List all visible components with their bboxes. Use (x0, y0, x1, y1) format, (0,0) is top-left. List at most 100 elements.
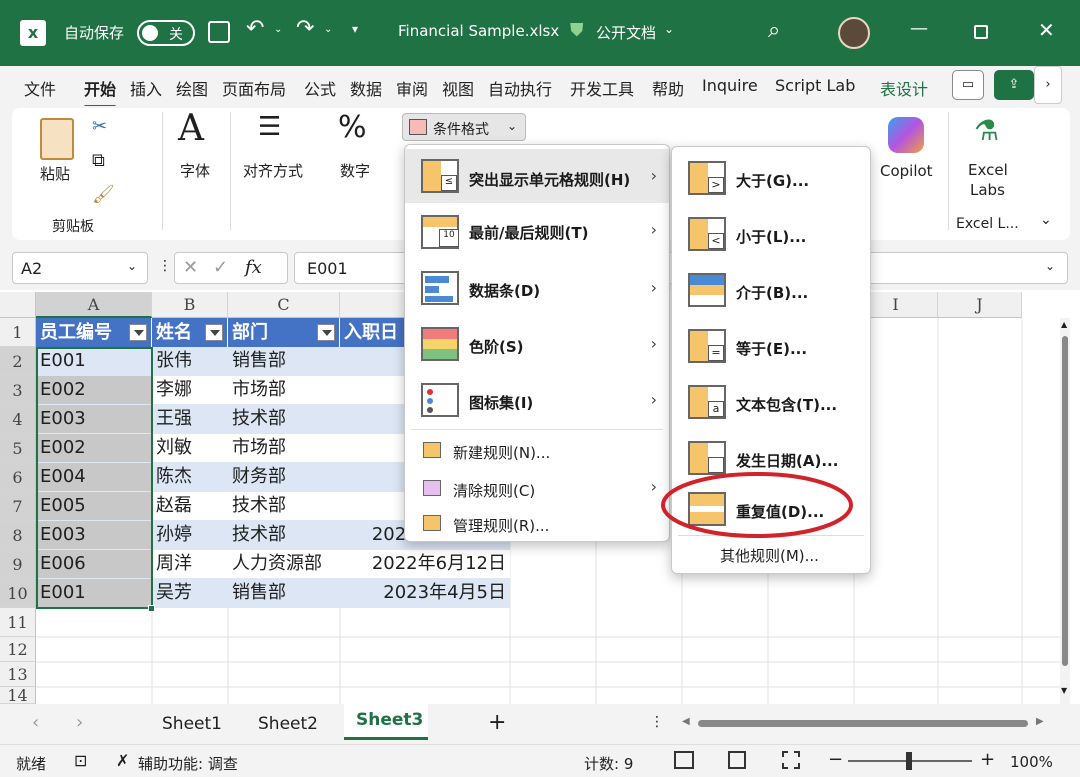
table-cell[interactable]: 周洋 (152, 550, 228, 579)
table-cell[interactable]: 人力资源部 (228, 550, 340, 579)
page-break-view-icon[interactable] (782, 751, 800, 769)
sheet-tab-active[interactable]: Sheet3 (344, 704, 428, 740)
copy-icon[interactable]: ⧉ (92, 150, 105, 171)
tab-formulas[interactable]: 公式 (304, 76, 336, 100)
conditional-format-button[interactable]: 条件格式 ⌄ (402, 113, 526, 141)
paste-icon[interactable] (40, 118, 74, 160)
column-header-a[interactable]: A (36, 292, 152, 318)
sheet-tab[interactable]: Sheet2 (258, 714, 318, 734)
column-header-j[interactable]: J (938, 292, 1022, 318)
menu-item-manage-rules[interactable]: 管理规则(R)... (405, 507, 669, 541)
align-icon[interactable]: ☰ (258, 112, 281, 142)
macro-record-icon[interactable]: ⊡ (74, 751, 87, 770)
row-header[interactable]: 5 (0, 434, 36, 463)
copilot-button[interactable]: Copilot (880, 162, 933, 180)
tab-table-design[interactable]: 表设计 (880, 76, 928, 100)
menu-item-greater-than[interactable]: > 大于(G)... (672, 151, 870, 205)
tab-draw[interactable]: 绘图 (176, 76, 208, 100)
table-cell[interactable]: 吴芳 (152, 579, 228, 608)
table-cell[interactable]: 赵磊 (152, 492, 228, 521)
scroll-up-icon[interactable]: ▲ (1061, 320, 1067, 329)
table-cell[interactable]: 2023年4月5日 (340, 579, 510, 608)
table-header-cell[interactable]: 员工编号 (36, 318, 152, 347)
autosave-toggle[interactable]: 关 (137, 20, 195, 46)
select-all-corner[interactable] (0, 292, 36, 318)
comments-button[interactable]: ▭ (952, 70, 984, 100)
tab-home[interactable]: 开始 (84, 76, 117, 108)
row-header[interactable]: 11 (0, 608, 36, 637)
page-layout-view-icon[interactable] (728, 751, 746, 769)
vertical-scrollbar[interactable]: ▲ ▼ (1060, 318, 1070, 704)
filter-dropdown-icon[interactable] (129, 324, 147, 341)
redo-icon[interactable]: ↷ (296, 16, 314, 41)
font-icon[interactable]: A (178, 108, 204, 149)
row-header[interactable]: 4 (0, 405, 36, 434)
table-cell[interactable]: 李娜 (152, 376, 228, 405)
chevron-left-icon[interactable]: ‹ (32, 712, 39, 733)
close-icon[interactable]: ✕ (1038, 18, 1055, 42)
more-icon[interactable]: ⋮ (158, 258, 172, 274)
menu-item-color-scale[interactable]: 色阶(S) › (405, 317, 669, 371)
enter-icon[interactable]: ✓ (213, 257, 228, 278)
table-cell[interactable]: 陈杰 (152, 463, 228, 492)
tab-inquire[interactable]: Inquire (702, 76, 758, 95)
alignment-button[interactable]: 对齐方式 (243, 160, 303, 181)
filter-dropdown-icon[interactable] (317, 324, 335, 341)
table-cell[interactable]: 市场部 (228, 376, 340, 405)
normal-view-icon[interactable] (674, 751, 694, 769)
column-header-c[interactable]: C (228, 292, 340, 318)
row-header[interactable]: 6 (0, 463, 36, 492)
tab-page-layout[interactable]: 页面布局 (222, 76, 286, 100)
avatar[interactable] (838, 17, 870, 49)
table-cell[interactable]: 张伟 (152, 347, 228, 376)
number-button[interactable]: 数字 (340, 160, 370, 181)
menu-item-data-bars[interactable]: 数据条(D) › (405, 261, 669, 315)
table-cell[interactable]: 销售部 (228, 347, 340, 376)
menu-item-less-than[interactable]: < 小于(L)... (672, 207, 870, 261)
share-button[interactable]: ⇪ (994, 70, 1034, 100)
menu-item-top-bottom[interactable]: 10 最前/最后规则(T) › (405, 205, 669, 259)
menu-item-new-rule[interactable]: 新建规则(N)... (405, 433, 669, 469)
add-sheet-icon[interactable]: + (488, 710, 506, 735)
tab-view[interactable]: 视图 (442, 76, 474, 100)
menu-item-clear-rules[interactable]: 清除规则(C) › (405, 471, 669, 507)
chevron-down-icon[interactable]: ⌄ (664, 22, 674, 36)
row-header[interactable]: 9 (0, 550, 36, 579)
filter-dropdown-icon[interactable] (205, 324, 223, 341)
table-cell[interactable]: 技术部 (228, 492, 340, 521)
scroll-down-icon[interactable]: ▼ (1061, 686, 1067, 695)
column-header-b[interactable]: B (152, 292, 228, 318)
tab-review[interactable]: 审阅 (396, 76, 428, 100)
collapse-ribbon-icon[interactable]: ⌄ (1040, 212, 1052, 228)
zoom-in-icon[interactable]: + (980, 749, 995, 770)
table-header-cell[interactable]: 姓名 (152, 318, 228, 347)
insert-function-button[interactable]: fx (245, 257, 262, 278)
cut-icon[interactable]: ✂ (92, 116, 107, 137)
table-cell[interactable]: 市场部 (228, 434, 340, 463)
save-icon[interactable] (208, 21, 230, 43)
tab-data[interactable]: 数据 (350, 76, 382, 100)
maximize-icon[interactable] (974, 25, 988, 39)
horizontal-scroll-thumb[interactable] (698, 720, 1028, 727)
scroll-thumb[interactable] (1062, 336, 1068, 666)
table-cell[interactable]: 王强 (152, 405, 228, 434)
scroll-right-icon[interactable]: ▶ (1036, 716, 1044, 727)
row-header[interactable]: 8 (0, 521, 36, 550)
row-header[interactable]: 2 (0, 347, 36, 376)
row-header[interactable]: 14 (0, 687, 36, 704)
flask-icon[interactable]: ⚗ (974, 114, 999, 147)
tab-insert[interactable]: 插入 (130, 76, 162, 100)
tab-automate[interactable]: 自动执行 (488, 76, 552, 100)
menu-item-text-contains[interactable]: a 文本包含(T)... (672, 375, 870, 429)
accessibility-icon[interactable]: ✗ (116, 751, 129, 770)
ribbon-scroll-right-button[interactable]: › (1034, 66, 1062, 104)
tab-developer[interactable]: 开发工具 (570, 76, 634, 100)
undo-dropdown-icon[interactable]: ⌄ (274, 24, 282, 35)
menu-item-icon-sets[interactable]: 图标集(I) › (405, 373, 669, 427)
sensitivity-label[interactable]: 公开文档 (596, 22, 656, 43)
table-cell[interactable]: 刘敏 (152, 434, 228, 463)
paste-button[interactable]: 粘贴 (40, 163, 70, 184)
copilot-icon[interactable] (888, 117, 924, 153)
row-header[interactable]: 3 (0, 376, 36, 405)
row-header[interactable]: 1 (0, 318, 36, 347)
